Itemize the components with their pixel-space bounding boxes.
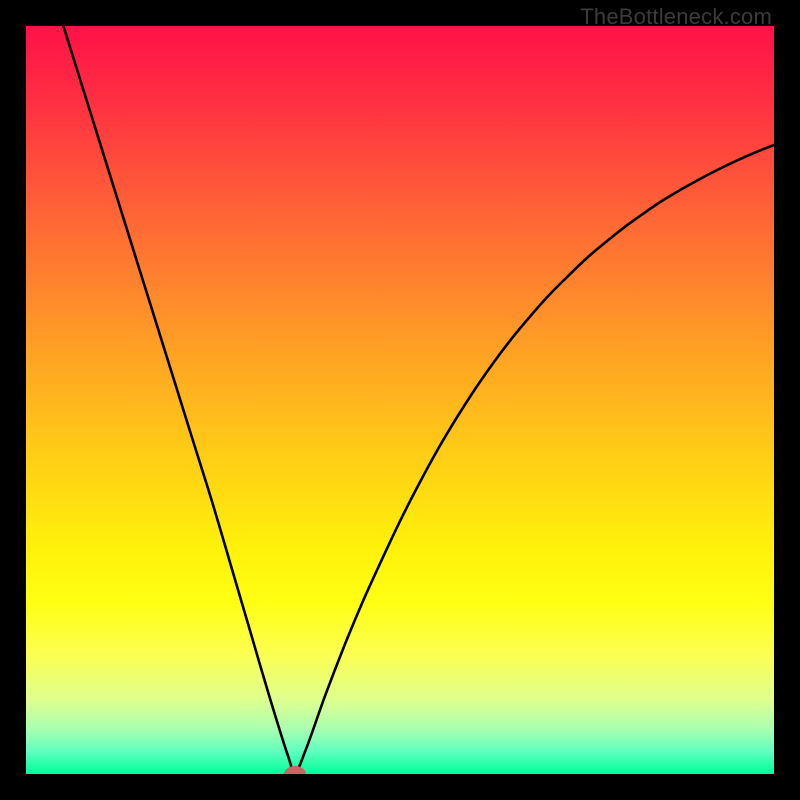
chart-frame: TheBottleneck.com: [0, 0, 800, 800]
plot-area: [26, 26, 774, 774]
background-gradient: [26, 26, 774, 774]
watermark-text: TheBottleneck.com: [580, 4, 772, 30]
